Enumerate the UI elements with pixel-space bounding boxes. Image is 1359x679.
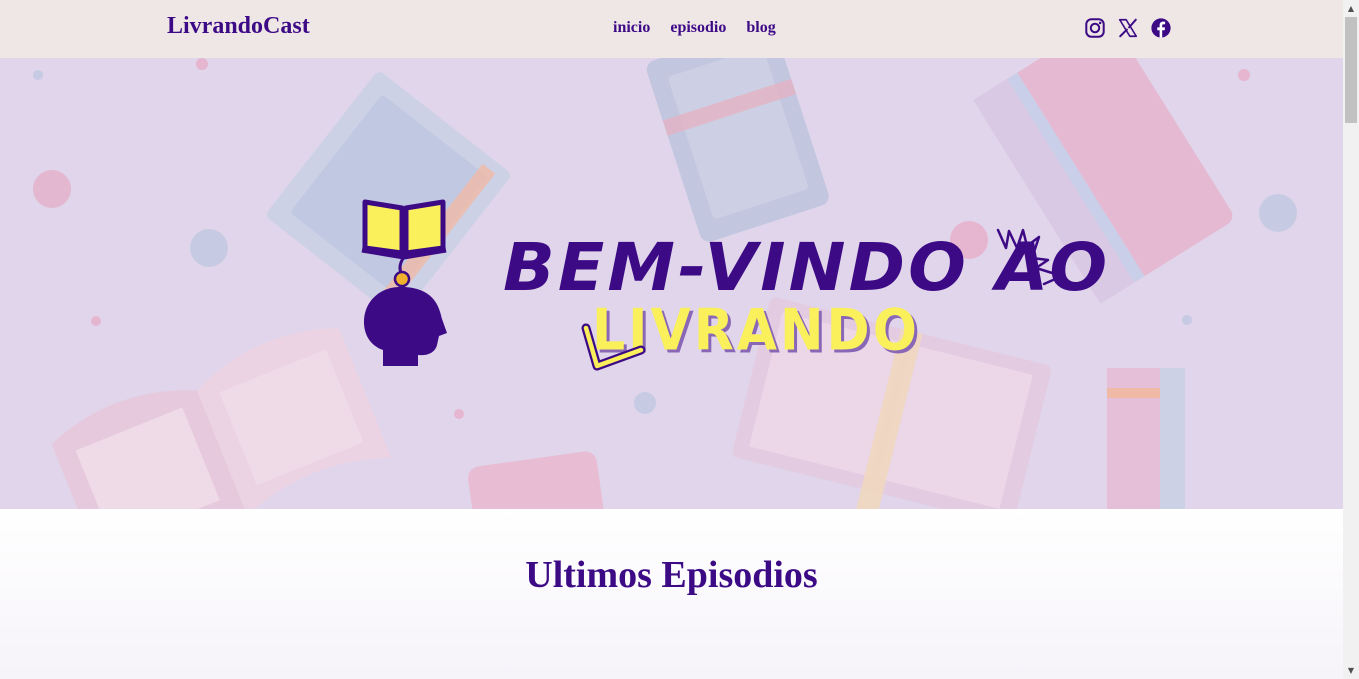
episodes-section: Ultimos Episodios xyxy=(0,509,1343,679)
head-book-logo xyxy=(361,199,447,366)
episodes-title: Ultimos Episodios xyxy=(525,554,818,596)
nav-link-blog[interactable]: blog xyxy=(746,19,775,37)
hero-banner: BEM-VINDO AO LIVRANDO xyxy=(0,58,1343,509)
scroll-down-arrow-icon[interactable]: ▼ xyxy=(1343,662,1359,679)
nav-links: inicio episodio blog xyxy=(613,19,776,37)
scroll-up-arrow-icon[interactable]: ▲ xyxy=(1343,0,1359,17)
x-icon[interactable] xyxy=(1117,17,1139,39)
scrollbar-thumb[interactable] xyxy=(1345,17,1357,123)
nav-link-inicio[interactable]: inicio xyxy=(613,19,650,37)
social-links xyxy=(1084,17,1172,39)
hero-subtitle: LIVRANDO xyxy=(592,297,920,364)
hero-title: BEM-VINDO AO xyxy=(503,229,1111,306)
instagram-icon[interactable] xyxy=(1084,17,1106,39)
facebook-icon[interactable] xyxy=(1150,17,1172,39)
vertical-scrollbar[interactable]: ▲ ▼ xyxy=(1343,0,1359,679)
page: LivrandoCast inicio episodio blog BEM-VI… xyxy=(0,0,1343,679)
navbar: LivrandoCast inicio episodio blog xyxy=(0,0,1343,58)
nav-link-episodio[interactable]: episodio xyxy=(670,19,726,37)
brand-link[interactable]: LivrandoCast xyxy=(167,13,310,40)
